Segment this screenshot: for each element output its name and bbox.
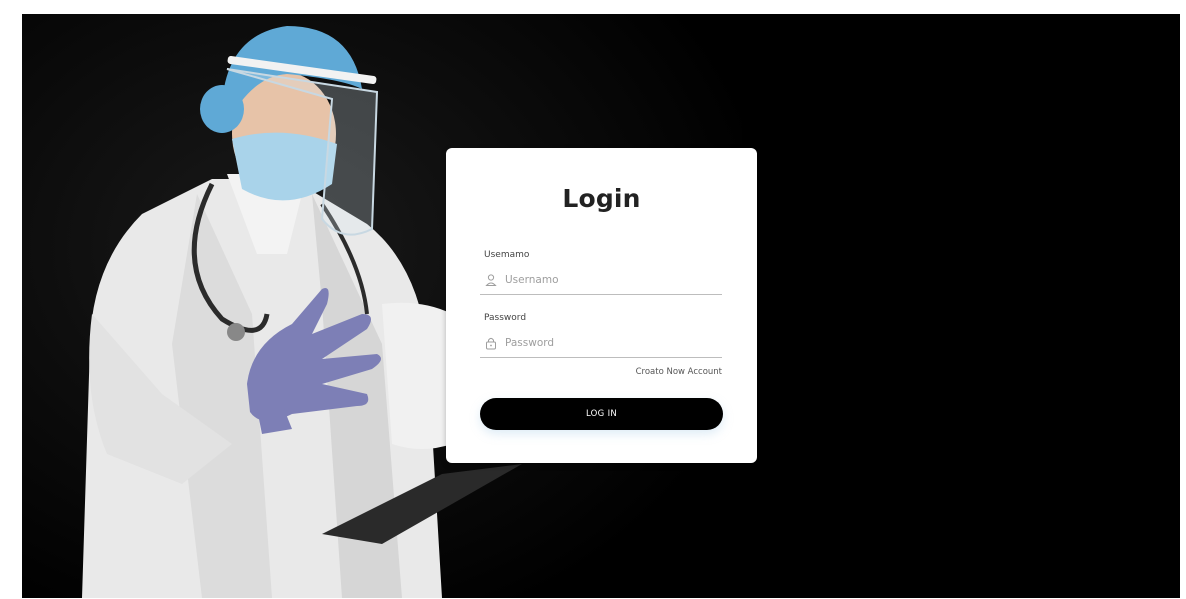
password-label: Password	[484, 313, 527, 323]
password-field-container	[480, 331, 722, 358]
login-page: Login Usemamo Password Croato Now Accoun…	[22, 14, 1180, 598]
password-input[interactable]	[505, 334, 705, 352]
create-account-link[interactable]: Croato Now Account	[636, 367, 722, 377]
username-input[interactable]	[505, 271, 705, 289]
lock-icon	[486, 337, 496, 350]
user-icon	[485, 274, 497, 286]
username-field-container	[480, 268, 722, 295]
login-card: Login Usemamo Password Croato Now Accoun…	[446, 148, 757, 463]
username-label: Usemamo	[484, 250, 530, 260]
login-button[interactable]: LOG IN	[480, 398, 723, 430]
login-title: Login	[562, 184, 641, 213]
